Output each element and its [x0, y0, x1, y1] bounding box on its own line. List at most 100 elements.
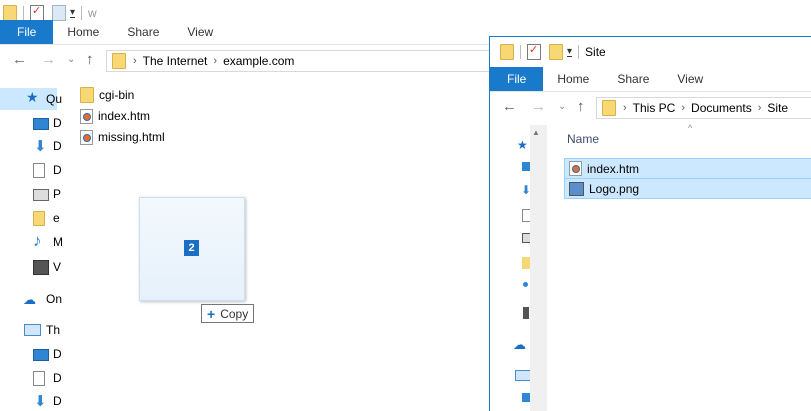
nav-item-pictures[interactable]: P: [0, 183, 61, 205]
chevron-right-icon[interactable]: ›: [758, 102, 762, 114]
onedrive-icon[interactable]: ☁: [513, 337, 526, 353]
nav-item-label: D: [53, 371, 62, 385]
breadcrumb-item[interactable]: This PC: [633, 101, 676, 115]
nav-pane-scrollbar[interactable]: ▲: [530, 125, 547, 411]
address-bar[interactable]: › This PC › Documents › Site: [596, 97, 811, 119]
navigation-pane: ★ Qu D ⬇ D D P e ♪ M V ☁ On Th D D ⬇ D: [0, 84, 63, 410]
new-folder-icon[interactable]: [549, 44, 563, 60]
folder-icon[interactable]: [500, 44, 514, 60]
scroll-up-icon[interactable]: ▲: [532, 128, 540, 137]
table-row[interactable]: index.htm: [564, 158, 811, 179]
documents-icon: [33, 371, 45, 386]
htm-file-icon: [80, 108, 93, 124]
tab-file[interactable]: File: [490, 67, 544, 91]
file-name: cgi-bin: [99, 88, 135, 102]
nav-item-label: Th: [46, 323, 61, 337]
folder-icon[interactable]: [3, 5, 17, 21]
this-pc-icon: [24, 324, 41, 336]
folder-icon[interactable]: [522, 257, 530, 269]
videos-icon[interactable]: [523, 307, 529, 319]
breadcrumb-item[interactable]: Site: [767, 101, 788, 115]
videos-icon: [33, 260, 49, 275]
list-item[interactable]: missing.html: [80, 127, 165, 147]
list-item[interactable]: cgi-bin: [80, 85, 134, 105]
tab-file[interactable]: File: [0, 20, 54, 44]
desktop-icon[interactable]: [522, 393, 530, 402]
tab-home[interactable]: Home: [53, 20, 113, 44]
this-pc-icon[interactable]: [515, 370, 531, 381]
desktop-icon: [33, 118, 49, 130]
nav-item-label: M: [53, 235, 63, 249]
chevron-right-icon[interactable]: ›: [213, 55, 217, 67]
breadcrumb-item[interactable]: The Internet: [143, 54, 208, 68]
nav-item-documents[interactable]: D: [0, 159, 62, 181]
up-arrow-icon[interactable]: ↑: [86, 45, 94, 75]
navigation-pane: ★ ⬇ ☁: [490, 125, 532, 411]
nav-item-this-pc[interactable]: Th: [0, 319, 61, 341]
drag-preview: 2: [139, 197, 245, 301]
nav-item-music[interactable]: ♪ M: [0, 231, 63, 253]
nav-item-folder[interactable]: e: [0, 207, 60, 229]
address-row: ← → ⌄ ↑ › This PC › Documents › Site: [490, 92, 811, 122]
png-file-icon: [569, 181, 584, 196]
quick-access-toolbar: ▾ Site: [500, 43, 606, 61]
nav-item-label: V: [53, 260, 62, 274]
up-arrow-icon[interactable]: ↑: [577, 92, 585, 122]
breadcrumb-item[interactable]: Documents: [691, 101, 752, 115]
column-header-name[interactable]: Name: [567, 132, 599, 146]
properties-icon[interactable]: [30, 4, 44, 21]
nav-item-label: D: [53, 139, 62, 153]
forward-arrow-icon[interactable]: →: [531, 92, 546, 122]
table-row[interactable]: Logo.png: [564, 178, 811, 199]
recent-locations-icon[interactable]: ⌄: [67, 45, 75, 75]
tab-view[interactable]: View: [663, 67, 717, 91]
file-name: index.htm: [587, 161, 640, 176]
nav-item-quick-access[interactable]: ★ Qu: [0, 88, 62, 110]
separator: [23, 6, 24, 20]
back-arrow-icon[interactable]: ←: [502, 92, 517, 122]
window-title: w: [88, 6, 97, 20]
nav-item-label: On: [46, 292, 63, 306]
desktop-icon[interactable]: [522, 162, 530, 171]
forward-arrow-icon[interactable]: →: [41, 45, 56, 75]
nav-item-videos[interactable]: V: [0, 256, 61, 278]
customize-toolbar-dropdown-icon[interactable]: ▾: [70, 7, 76, 18]
ribbon-tabs: File Home Share View: [490, 67, 811, 92]
window-title: Site: [585, 45, 606, 59]
nav-item-downloads[interactable]: ⬇ D: [0, 390, 62, 410]
nav-item-desktop[interactable]: D: [0, 343, 62, 365]
star-icon[interactable]: ★: [517, 138, 528, 152]
folder-icon: [80, 87, 94, 103]
plus-icon: +: [207, 305, 216, 322]
customize-toolbar-dropdown-icon[interactable]: ▾: [567, 46, 573, 57]
recent-locations-icon[interactable]: ⌄: [558, 92, 566, 122]
back-arrow-icon[interactable]: ←: [12, 45, 27, 75]
tab-share[interactable]: Share: [603, 67, 663, 91]
download-icon: ⬇: [34, 393, 47, 410]
nav-item-label: D: [53, 116, 62, 130]
nav-item-label: D: [53, 347, 62, 361]
breadcrumb-item[interactable]: example.com: [223, 54, 294, 68]
list-item[interactable]: index.htm: [80, 106, 150, 126]
folder-icon: [33, 211, 45, 226]
separator: [520, 45, 521, 59]
new-folder-icon[interactable]: [52, 5, 66, 21]
file-name: missing.html: [98, 130, 165, 144]
chevron-right-icon[interactable]: ›: [623, 102, 627, 114]
nav-item-documents[interactable]: D: [0, 367, 62, 389]
properties-icon[interactable]: [527, 43, 541, 60]
nav-item-onedrive[interactable]: ☁ On: [0, 288, 62, 310]
tab-share[interactable]: Share: [113, 20, 173, 44]
sort-chevron-icon: ^: [688, 123, 693, 133]
chevron-right-icon[interactable]: ›: [133, 55, 137, 67]
nav-item-desktop[interactable]: D: [0, 112, 62, 134]
music-icon[interactable]: [523, 282, 528, 287]
separator: [81, 6, 83, 20]
htm-file-icon: [80, 129, 93, 145]
chevron-right-icon[interactable]: ›: [681, 102, 685, 114]
nav-item-label: e: [53, 211, 60, 225]
tab-home[interactable]: Home: [543, 67, 603, 91]
desktop-icon: [33, 349, 49, 361]
nav-item-downloads[interactable]: ⬇ D: [0, 135, 62, 157]
tab-view[interactable]: View: [173, 20, 227, 44]
